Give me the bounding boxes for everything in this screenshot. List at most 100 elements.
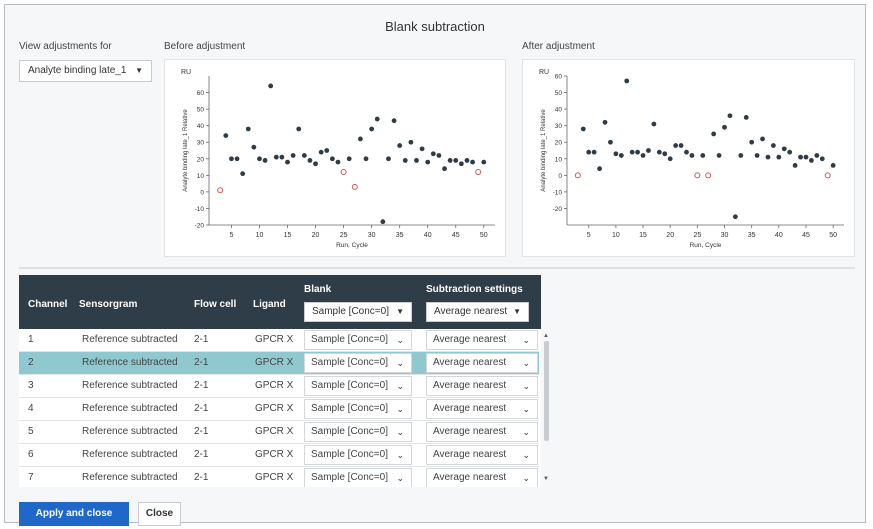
column-header-sensorgram: Sensorgram [79, 299, 138, 310]
ligand-cell: GPCR X [255, 403, 294, 414]
ligand-cell: GPCR X [255, 357, 294, 368]
x-tick-label: 15 [639, 232, 647, 239]
sample-data-point [363, 156, 369, 162]
sample-data-point [240, 171, 246, 177]
blank-select[interactable]: Sample [Conc=0] ⌄ [304, 422, 412, 442]
subtraction-select-value: Average nearest [433, 403, 507, 414]
sample-data-point [662, 151, 668, 157]
table-row[interactable]: 1 Reference subtracted 2-1 GPCR X Sample [Co… [19, 329, 539, 352]
subtraction-select[interactable]: Average nearest ⌄ [426, 445, 538, 465]
subtraction-select[interactable]: Average nearest ⌄ [426, 376, 538, 396]
blank-select-value: Sample [Conc=0] [311, 380, 388, 391]
y-tick-label: 10 [197, 173, 205, 180]
scrollbar-thumb[interactable] [544, 341, 549, 441]
x-tick-label: 50 [829, 232, 837, 239]
ligand-cell: GPCR X [255, 380, 294, 391]
before-adjustment-chart: RU -20 -10 0 10 20 30 40 50 60 5 10 15 20 25 30 35 40 45 50… [164, 59, 506, 257]
x-tick-label: 30 [368, 232, 376, 239]
sample-data-point [414, 158, 419, 163]
unit-label: RU [539, 69, 549, 76]
blank-bulk-select[interactable]: Sample [Conc=0] ▼ [304, 302, 412, 322]
sample-data-point [234, 156, 240, 162]
x-tick-label: 35 [396, 232, 404, 239]
flow-cell-cell: 2-1 [194, 449, 209, 460]
table-row[interactable]: 6 Reference subtracted 2-1 GPCR X Sample [Co… [19, 444, 539, 467]
y-tick-label: 10 [555, 156, 563, 163]
flow-cell-cell: 2-1 [194, 357, 209, 368]
column-header-subtraction-settings: Subtraction settings [426, 284, 523, 295]
blank-select-value: Sample [Conc=0] [311, 449, 388, 460]
subtraction-select[interactable]: Average nearest ⌄ [426, 399, 538, 419]
blank-select[interactable]: Sample [Conc=0] ⌄ [304, 353, 412, 373]
table-row[interactable]: 7 Reference subtracted 2-1 GPCR X Sample [Co… [19, 467, 539, 487]
sample-data-point [374, 116, 380, 122]
flow-cell-cell: 2-1 [194, 472, 209, 483]
sample-data-point [700, 153, 706, 158]
channel-table: Channel Sensorgram Flow cell Ligand Blan… [19, 275, 549, 487]
chevron-down-icon: ⌄ [396, 404, 404, 414]
x-tick-label: 25 [340, 232, 348, 239]
blank-select[interactable]: Sample [Conc=0] ⌄ [304, 468, 412, 487]
x-tick-label: 40 [424, 232, 432, 239]
sample-data-point [301, 153, 307, 158]
table-row[interactable]: 3 Reference subtracted 2-1 GPCR X Sample [Co… [19, 375, 539, 398]
sample-data-point [262, 158, 268, 163]
table-scrollbar[interactable]: ▲ ▼ [542, 333, 551, 483]
sample-data-point [279, 154, 285, 160]
sample-data-point [781, 146, 787, 152]
table-row[interactable]: 2 Reference subtracted 2-1 GPCR X Sample [Co… [19, 352, 539, 375]
channel-cell: 4 [28, 403, 34, 414]
y-axis-label: Analyte binding late_1 Relative [541, 109, 547, 192]
blank-select[interactable]: Sample [Conc=0] ⌄ [304, 445, 412, 465]
sample-data-point [380, 219, 386, 225]
sample-data-point [245, 126, 251, 132]
subtraction-select[interactable]: Average nearest ⌄ [426, 353, 538, 373]
unit-label: RU [181, 69, 191, 76]
sample-data-point [754, 153, 760, 158]
x-tick-label: 45 [452, 232, 460, 239]
sample-data-point [369, 126, 375, 132]
scroll-up-icon[interactable]: ▲ [543, 333, 549, 339]
sample-data-point [830, 163, 836, 168]
table-row[interactable]: 5 Reference subtracted 2-1 GPCR X Sample [Co… [19, 421, 539, 444]
subtraction-select[interactable]: Average nearest ⌄ [426, 468, 538, 487]
sample-data-point [586, 149, 592, 155]
blank-select[interactable]: Sample [Conc=0] ⌄ [304, 399, 412, 419]
close-button[interactable]: Close [138, 502, 181, 526]
column-header-blank: Blank [304, 284, 332, 295]
blank-select-value: Sample [Conc=0] [311, 472, 388, 483]
blank-select[interactable]: Sample [Conc=0] ⌄ [304, 330, 412, 350]
sample-data-point [402, 158, 408, 163]
subtraction-select[interactable]: Average nearest ⌄ [426, 330, 538, 350]
subtraction-select-value: Average nearest [433, 334, 507, 345]
y-tick-label: 40 [197, 123, 205, 130]
column-header-ligand: Ligand [253, 299, 286, 310]
sample-data-point [792, 163, 798, 168]
x-axis-label: Run, Cycle [690, 242, 722, 249]
blank-data-point [694, 172, 701, 179]
blank-select[interactable]: Sample [Conc=0] ⌄ [304, 376, 412, 396]
y-tick-label: 60 [555, 74, 563, 81]
apply-and-close-button[interactable]: Apply and close [19, 502, 129, 526]
after-adjustment-chart: RU -20 -10 0 10 20 30 40 50 60 5 10 15 20 25 30 35 40 45 50… [522, 59, 855, 257]
view-adjustments-dropdown[interactable]: Analyte binding late_1 ▼ [19, 60, 152, 82]
sensorgram-cell: Reference subtracted [82, 426, 178, 437]
sensorgram-cell: Reference subtracted [82, 449, 178, 460]
sample-data-point [318, 149, 324, 155]
sensorgram-cell: Reference subtracted [82, 380, 178, 391]
flow-cell-cell: 2-1 [194, 403, 209, 414]
sample-data-point [765, 154, 771, 160]
y-tick-label: 50 [555, 90, 563, 97]
sample-data-point [684, 149, 689, 155]
sample-data-point [591, 149, 597, 155]
sample-data-point [667, 156, 673, 162]
chevron-down-icon: ⌄ [396, 358, 404, 368]
subtraction-select[interactable]: Average nearest ⌄ [426, 422, 538, 442]
scroll-down-icon[interactable]: ▼ [543, 476, 549, 482]
table-row[interactable]: 4 Reference subtracted 2-1 GPCR X Sample [Co… [19, 398, 539, 421]
before-adjustment-plot: RU -20 -10 0 10 20 30 40 50 60 5 10 15 20 25 30 35 40 45 50… [181, 69, 495, 249]
y-tick-label: 60 [197, 90, 205, 97]
subtraction-bulk-select[interactable]: Average nearest ▼ [426, 302, 529, 322]
chevron-down-icon: ⌄ [396, 335, 404, 345]
sample-data-point [447, 158, 453, 163]
